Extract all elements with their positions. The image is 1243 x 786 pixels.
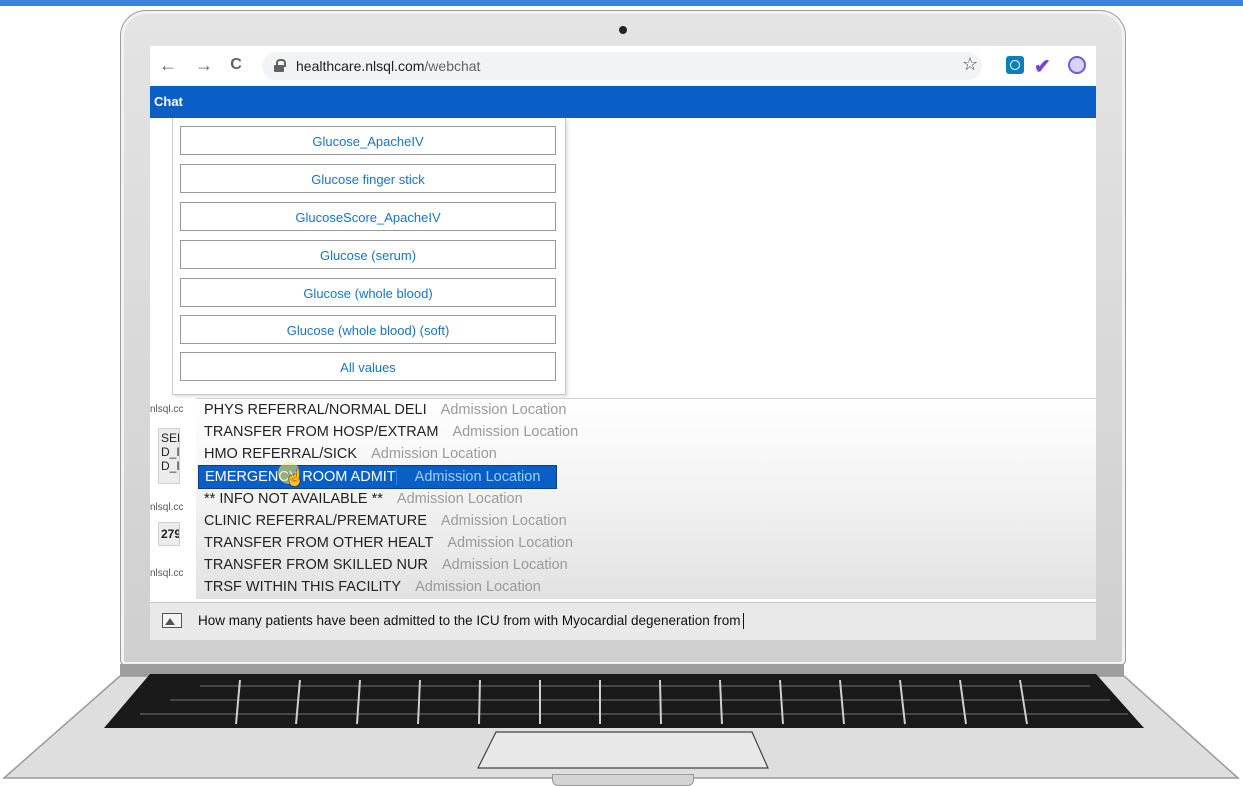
laptop-base <box>2 674 1240 779</box>
laptop-front-notch <box>552 774 694 786</box>
